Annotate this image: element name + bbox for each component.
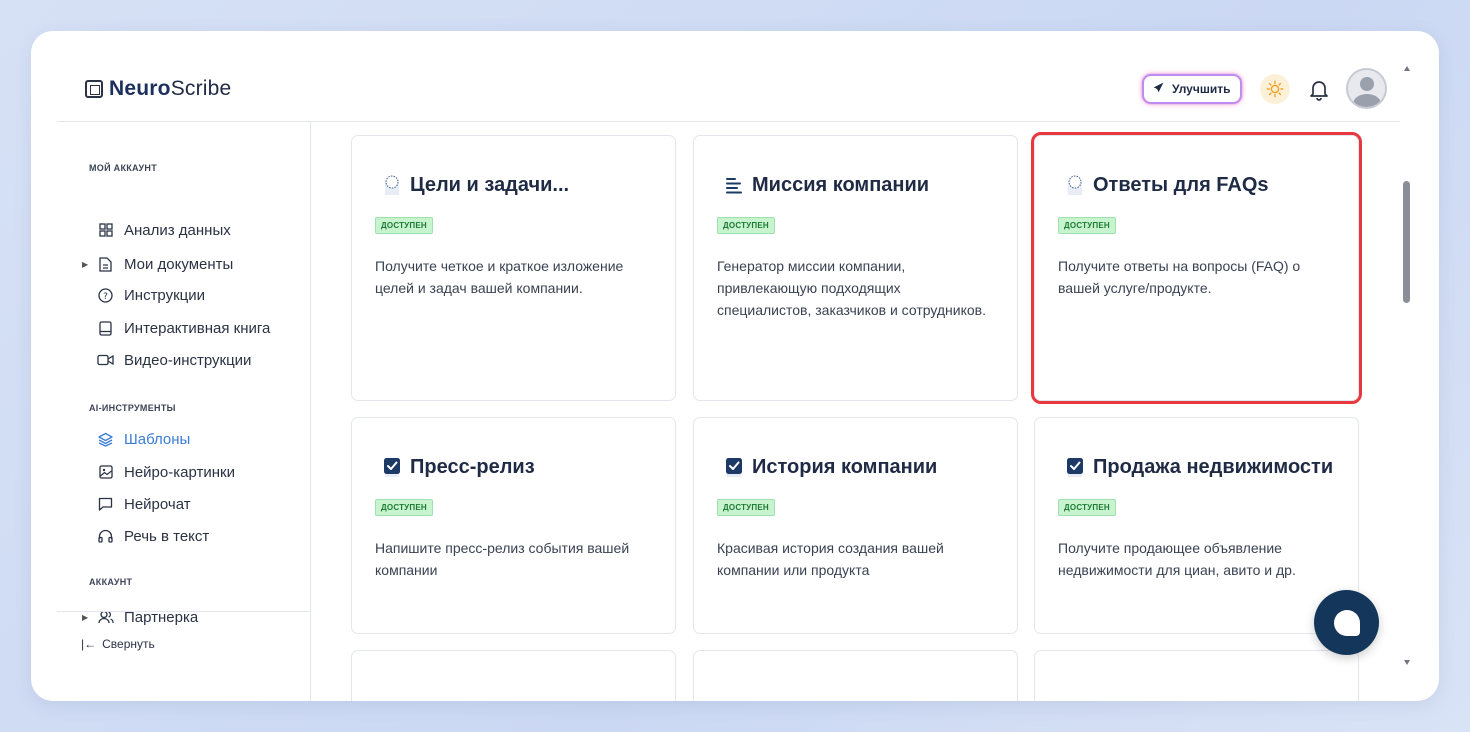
grid-icon (97, 222, 114, 239)
checkbox-icon (382, 457, 402, 479)
card-description: Напишите пресс-релиз события вашей компа… (375, 540, 630, 578)
theme-toggle-sun-icon[interactable] (1260, 74, 1290, 104)
sidebar-item-label: Шаблоны (124, 430, 191, 448)
status-badge: ДОСТУПЕН (717, 499, 775, 516)
document-icon (97, 256, 114, 273)
sidebar-item-label: Анализ данных (124, 221, 231, 239)
status-badge: ДОСТУПЕН (1058, 499, 1116, 516)
logo-icon (85, 80, 103, 98)
image-icon (97, 464, 114, 481)
chat-icon (97, 496, 114, 513)
upgrade-button[interactable]: Улучшить (1142, 74, 1243, 104)
sidebar-item-neurochat[interactable]: Нейрочат (85, 493, 191, 515)
checkbox-icon (1065, 457, 1085, 479)
collapse-arrow-icon: |← (81, 637, 97, 651)
caret-right-icon[interactable]: ▶ (82, 260, 88, 269)
card-title: Продажа недвижимости (1065, 456, 1333, 479)
collapse-button[interactable]: |← Свернуть (81, 637, 155, 651)
scrollbar-thumb[interactable] (1403, 181, 1410, 303)
logo[interactable]: NeuroScribe (85, 77, 231, 101)
sidebar-item-label: Речь в текст (124, 527, 210, 545)
text-lines-icon (724, 175, 744, 197)
upgrade-label: Улучшить (1172, 82, 1231, 96)
sidebar-item-data-analysis[interactable]: Анализ данных (85, 219, 231, 241)
app-window: NeuroScribe Улучшить МОЙ АККАУНТ Анализ … (31, 31, 1439, 701)
template-card-partial[interactable] (1034, 650, 1359, 701)
template-card-partial[interactable] (351, 650, 676, 701)
status-badge: ДОСТУПЕН (717, 217, 775, 234)
card-title: Пресс-релиз (382, 456, 535, 479)
card-title: Ответы для FAQs (1065, 174, 1269, 197)
sidebar-item-label: Нейрочат (124, 495, 191, 513)
layers-icon (97, 431, 114, 448)
sidebar-item-neuro-images[interactable]: Нейро-картинки (85, 461, 235, 483)
sidebar-footer: |← Свернуть (57, 611, 311, 701)
video-icon (97, 352, 114, 369)
template-card-press-release[interactable]: Пресс-релиз ДОСТУПЕН Напишите пресс-рели… (351, 417, 676, 634)
template-card-faq[interactable]: Ответы для FAQs ДОСТУПЕН Получите ответы… (1031, 132, 1362, 404)
logo-text: NeuroScribe (109, 77, 232, 100)
scroll-up-arrow-icon[interactable] (1404, 66, 1410, 71)
sidebar-item-interactive-book[interactable]: Интерактивная книга (85, 317, 270, 339)
chat-widget-button[interactable] (1314, 590, 1379, 655)
sidebar-item-video-instructions[interactable]: Видео-инструкции (85, 349, 251, 371)
template-card-goals[interactable]: Цели и задачи... ДОСТУПЕН Получите четко… (351, 135, 676, 401)
card-title: Цели и задачи... (382, 174, 569, 197)
card-description: Получите ответы на вопросы (FAQ) о вашей… (1058, 258, 1301, 296)
sidebar-item-templates[interactable]: Шаблоны (85, 428, 190, 450)
sidebar-item-instructions[interactable]: ? Инструкции (85, 284, 205, 306)
collapse-label: Свернуть (102, 637, 155, 651)
rocket-icon (1152, 81, 1165, 97)
template-card-real-estate[interactable]: Продажа недвижимости ДОСТУПЕН Получите п… (1034, 417, 1359, 634)
loading-document-icon (382, 175, 402, 197)
card-title: Миссия компании (724, 174, 929, 197)
card-description: Получите продающее объявление недвижимос… (1058, 540, 1296, 578)
headphones-icon (97, 528, 114, 545)
checkbox-icon (724, 457, 744, 479)
status-badge: ДОСТУПЕН (1058, 217, 1116, 234)
top-header: NeuroScribe Улучшить (57, 31, 1400, 122)
book-icon (97, 320, 114, 337)
section-title-account: МОЙ АККАУНТ (89, 163, 158, 173)
sidebar-item-label: Инструкции (124, 286, 206, 304)
sidebar-item-speech-to-text[interactable]: Речь в текст (85, 525, 209, 547)
status-badge: ДОСТУПЕН (375, 499, 433, 516)
sidebar-item-my-documents[interactable]: ▶ Мои документы (82, 253, 234, 275)
status-badge: ДОСТУПЕН (375, 217, 433, 234)
scroll-down-arrow-icon[interactable] (1404, 660, 1410, 665)
card-title: История компании (724, 456, 937, 479)
template-card-mission[interactable]: Миссия компании ДОСТУПЕН Генератор мисси… (693, 135, 1018, 401)
sidebar-item-label: Нейро-картинки (124, 463, 235, 481)
help-icon: ? (97, 287, 114, 304)
section-title-account-2: АККАУНТ (89, 577, 133, 587)
card-description: Генератор миссии компании, привлекающую … (717, 258, 987, 318)
card-description: Красивая история создания вашей компании… (717, 540, 944, 578)
sidebar-item-label: Интерактивная книга (124, 319, 271, 337)
template-card-company-history[interactable]: История компании ДОСТУПЕН Красивая истор… (693, 417, 1018, 634)
loading-document-icon (1065, 175, 1085, 197)
template-card-partial[interactable] (693, 650, 1018, 701)
card-description: Получите четкое и краткое изложение целе… (375, 258, 624, 296)
bell-icon[interactable] (1308, 77, 1330, 101)
sidebar: МОЙ АККАУНТ Анализ данных ▶ Мои документ… (57, 122, 311, 701)
section-title-ai-tools: AI-ИНСТРУМЕНТЫ (89, 403, 176, 413)
sidebar-item-label: Мои документы (124, 255, 234, 273)
svg-text:?: ? (103, 292, 108, 302)
sidebar-item-label: Видео-инструкции (124, 351, 252, 369)
avatar[interactable] (1346, 68, 1387, 109)
